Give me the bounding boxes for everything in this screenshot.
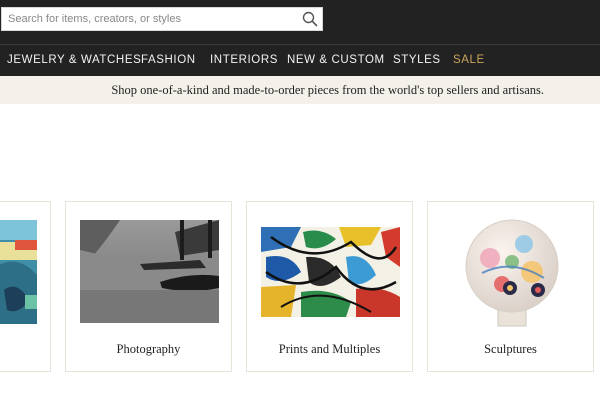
category-card-photography[interactable]: Photography [65,201,232,372]
category-image-prints-and-multiples [261,227,400,317]
search-icon[interactable] [301,10,319,28]
nav-item-fashion[interactable]: FASHION [141,54,196,66]
nav-item-sale[interactable]: SALE [453,54,485,66]
category-image-partial [0,220,37,324]
category-nav: JEWELRY & WATCHES FASHION INTERIORS NEW … [0,44,600,76]
search-box [1,7,323,31]
category-label-prints-and-multiples: Prints and Multiples [278,342,381,356]
top-header-bar [0,0,600,44]
nav-item-styles[interactable]: STYLES [393,54,441,66]
search-input[interactable] [2,8,296,30]
nav-item-interiors[interactable]: INTERIORS [210,54,278,66]
category-image-sculptures [462,218,562,328]
category-label-sculptures: Sculptures [484,342,537,356]
category-label-photography: Photography [116,342,181,356]
category-image-photography [80,220,219,323]
promo-text: Shop one-of-a-kind and made-to-order pie… [111,83,544,97]
category-card-prints-and-multiples[interactable]: Prints and Multiples [246,201,413,372]
nav-item-jewelry-watches[interactable]: JEWELRY & WATCHES [7,54,141,66]
category-card-sculptures[interactable]: Sculptures [427,201,594,372]
category-card-partial[interactable] [0,201,51,372]
promo-banner: Shop one-of-a-kind and made-to-order pie… [0,76,600,104]
nav-item-new-custom[interactable]: NEW & CUSTOM [287,54,385,66]
